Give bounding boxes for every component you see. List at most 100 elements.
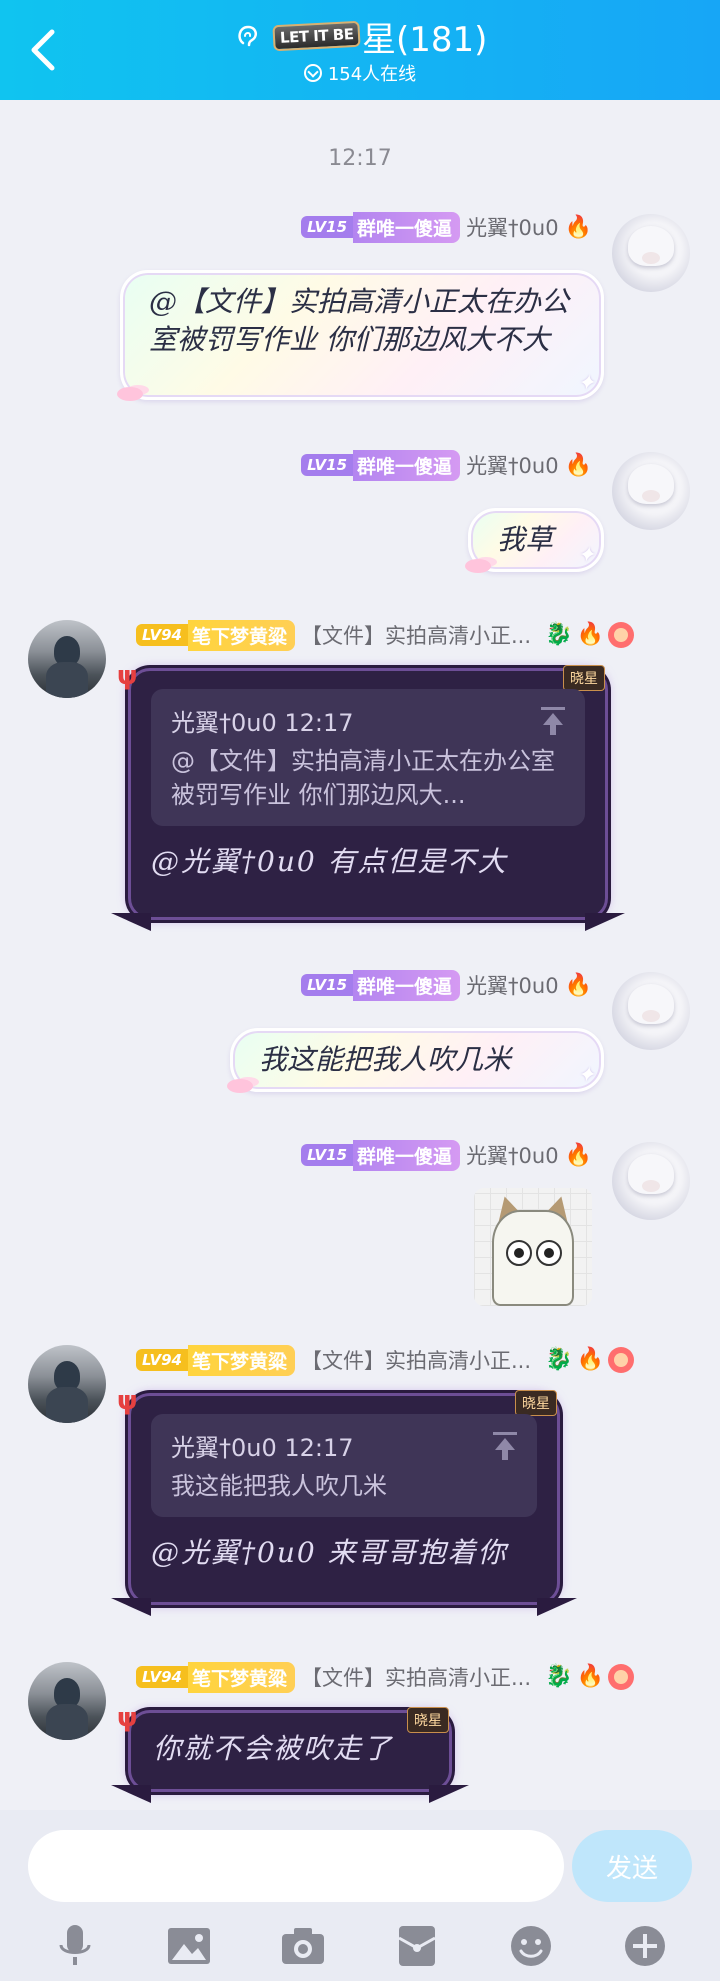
- level-badge: LV15: [301, 454, 354, 476]
- send-button[interactable]: 发送: [572, 1830, 692, 1902]
- sparkle-icon: ✦: [576, 1063, 595, 1088]
- message-bubble[interactable]: ψ 晓星 光翼†0u0 12:17 @【文件】实拍高清小正太在办公室被罚写作业 …: [111, 661, 625, 931]
- message-text: 我草: [497, 523, 554, 556]
- emoji-icon[interactable]: [506, 1921, 556, 1971]
- level-badge: LV15: [301, 974, 354, 996]
- message-timestamp: 12:17: [328, 146, 392, 171]
- level-badge: LV15: [301, 216, 354, 238]
- sender-nick[interactable]: 【文件】实拍高清小正...: [301, 1345, 531, 1375]
- group-title-tag: 群唯一傻逼: [353, 211, 461, 243]
- sender-info: LV15 群唯一傻逼 光翼†0u0 🔥: [301, 969, 592, 1001]
- sender-info: LV15 群唯一傻逼 光翼†0u0 🔥: [301, 1139, 592, 1171]
- message-bubble[interactable]: @【文件】实拍高清小正太在办公室被罚写作业 你们那边风大不大 ✦: [117, 270, 604, 401]
- quoted-message[interactable]: 光翼†0u0 12:17 我这能把我人吹几米: [151, 1414, 537, 1517]
- cat-sticker[interactable]: [474, 1188, 592, 1306]
- bat-wing-right-decoration: [585, 913, 625, 931]
- message-text: 我这能把我人吹几米: [259, 1043, 512, 1076]
- chevron-down-circle-icon: [303, 64, 322, 82]
- quote-body: 我这能把我人吹几米: [171, 1472, 387, 1500]
- level-badge: LV94: [136, 1666, 188, 1688]
- image-icon[interactable]: [164, 1921, 214, 1971]
- fire-icon: 🔥: [564, 1142, 592, 1168]
- face-icon: [607, 622, 634, 648]
- chat-title[interactable]: LET IT BE 星(181): [0, 14, 720, 60]
- flower-decoration: [117, 387, 143, 401]
- quoted-message[interactable]: 光翼†0u0 12:17 @【文件】实拍高清小正太在办公室被罚写作业 你们那边风…: [151, 689, 585, 826]
- dragon-icon: 🐉: [545, 1347, 573, 1372]
- message-bubble[interactable]: 我这能把我人吹几米 ✦: [227, 1028, 604, 1093]
- chat-header: LET IT BE 星(181) 154人在线: [0, 0, 720, 100]
- avatar-self[interactable]: [612, 214, 690, 292]
- bat-wing-left-decoration: [111, 1598, 151, 1616]
- input-toolbar: [0, 1916, 720, 1976]
- group-title-tag: 群唯一傻逼: [353, 1139, 461, 1171]
- devil-icon: ψ: [117, 1386, 138, 1416]
- sender-nick[interactable]: 【文件】实拍高清小正...: [301, 620, 531, 650]
- level-badge: LV94: [136, 1349, 188, 1371]
- fire-icon: 🔥: [576, 1347, 604, 1372]
- dragon-icon: 🐉: [545, 1664, 573, 1689]
- level-badge: LV94: [136, 624, 188, 646]
- redpacket-icon[interactable]: [392, 1921, 442, 1971]
- quote-header: 光翼†0u0 12:17: [171, 1434, 354, 1462]
- face-icon: [607, 1347, 634, 1373]
- avatar-other[interactable]: [28, 620, 106, 698]
- avatar-self[interactable]: [612, 972, 690, 1050]
- sender-info: LV15 群唯一傻逼 光翼†0u0 🔥: [301, 449, 592, 481]
- quote-body: @【文件】实拍高清小正太在办公室被罚写作业 你们那边风大...: [171, 747, 555, 809]
- sender-nick[interactable]: 【文件】实拍高清小正...: [301, 1662, 531, 1692]
- fire-icon: 🔥: [576, 1664, 604, 1689]
- quote-header: 光翼†0u0 12:17: [171, 709, 354, 737]
- input-panel: 发送: [0, 1810, 720, 1981]
- title-badge: LET IT BE: [271, 20, 361, 52]
- sender-nick[interactable]: 光翼†0u0: [466, 970, 559, 1000]
- fire-icon: 🔥: [564, 452, 592, 478]
- sender-nick[interactable]: 光翼†0u0: [466, 1140, 559, 1170]
- group-title-tag: 笔下梦黄粱: [187, 1344, 295, 1376]
- level-badge: LV15: [301, 1144, 354, 1166]
- message-text: @光翼†0u0 有点但是不大: [151, 845, 508, 878]
- avatar-other[interactable]: [28, 1662, 106, 1740]
- group-title-tag: 群唯一傻逼: [353, 449, 461, 481]
- ear-icon: [237, 25, 257, 47]
- group-name: 星(181): [362, 19, 488, 60]
- plus-icon[interactable]: [620, 1921, 670, 1971]
- sender-nick[interactable]: 光翼†0u0: [466, 212, 559, 242]
- sender-info: LV94 笔下梦黄粱 【文件】实拍高清小正... 🐉 🔥: [136, 1661, 634, 1693]
- message-bubble[interactable]: 我草 ✦: [465, 508, 604, 573]
- mic-icon[interactable]: [50, 1921, 100, 1971]
- message-bubble[interactable]: ψ 晓星 光翼†0u0 12:17 我这能把我人吹几米 @光翼†0u0 来哥哥抱…: [111, 1386, 577, 1616]
- user-badges: 🐉 🔥: [545, 622, 634, 648]
- devil-icon: ψ: [117, 661, 138, 691]
- avatar-self[interactable]: [612, 452, 690, 530]
- online-count[interactable]: 154人在线: [0, 60, 720, 86]
- dragon-icon: 🐉: [545, 622, 573, 647]
- message-input[interactable]: [28, 1830, 564, 1902]
- flower-decoration: [465, 559, 491, 573]
- avatar-other[interactable]: [28, 1345, 106, 1423]
- message-text: @【文件】实拍高清小正太在办公室被罚写作业 你们那边风大不大: [149, 285, 570, 356]
- sender-nick[interactable]: 光翼†0u0: [466, 450, 559, 480]
- group-title-tag: 群唯一傻逼: [353, 969, 461, 1001]
- jump-to-top-icon[interactable]: [493, 1432, 517, 1460]
- devil-icon: ψ: [117, 1703, 138, 1733]
- sender-info: LV94 笔下梦黄粱 【文件】实拍高清小正... 🐉 🔥: [136, 619, 634, 651]
- message-text: @光翼†0u0 来哥哥抱着你: [151, 1536, 508, 1569]
- sparkle-icon: ✦: [576, 543, 595, 568]
- bat-wing-left-decoration: [111, 913, 151, 931]
- jump-to-top-icon[interactable]: [541, 707, 565, 735]
- online-text: 154人在线: [327, 64, 417, 85]
- bat-wing-right-decoration: [429, 1785, 469, 1803]
- sparkle-icon: ✦: [576, 371, 595, 396]
- fire-icon: 🔥: [564, 972, 592, 998]
- message-text: 你就不会被吹走了: [153, 1732, 394, 1765]
- message-bubble[interactable]: ψ 晓星 你就不会被吹走了: [111, 1703, 469, 1803]
- user-badges: 🐉 🔥: [545, 1664, 634, 1690]
- fire-icon: 🔥: [576, 622, 604, 647]
- camera-icon[interactable]: [278, 1921, 328, 1971]
- flower-decoration: [227, 1079, 253, 1093]
- bubble-badge: 晓星: [407, 1707, 449, 1733]
- bubble-badge: 晓星: [563, 665, 605, 691]
- group-title-tag: 笔下梦黄粱: [187, 619, 295, 651]
- avatar-self[interactable]: [612, 1142, 690, 1220]
